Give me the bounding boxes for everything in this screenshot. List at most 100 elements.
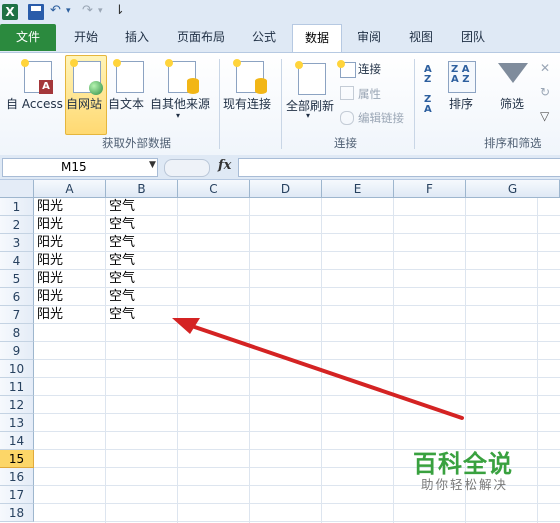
row-header-4[interactable]: 4 xyxy=(0,252,34,270)
from-web-icon[interactable] xyxy=(70,59,103,95)
clear-filter-icon[interactable]: ✕ xyxy=(540,61,554,75)
column-header-d[interactable]: D xyxy=(250,180,322,198)
redo-dropdown-icon[interactable]: ▾ xyxy=(98,6,103,16)
redo-icon[interactable]: ↷ xyxy=(82,3,93,18)
tab-team[interactable]: 团队 xyxy=(450,24,496,51)
cell-a7[interactable]: 阳光 xyxy=(34,306,106,324)
row-header-12[interactable]: 12 xyxy=(0,396,34,414)
save-icon[interactable] xyxy=(28,4,44,20)
properties-button[interactable]: 属性 xyxy=(358,86,381,102)
column-gridline xyxy=(393,198,394,523)
cell-b1[interactable]: 空气 xyxy=(106,198,178,216)
cell-a2[interactable]: 阳光 xyxy=(34,216,106,234)
sort-az-icon[interactable]: AZ xyxy=(424,65,432,85)
cell-a1[interactable]: 阳光 xyxy=(34,198,106,216)
from-text-icon[interactable] xyxy=(113,59,144,93)
tab-view[interactable]: 视图 xyxy=(398,24,444,51)
formula-bar: M15 ▼ fx xyxy=(0,155,560,180)
row-gridline xyxy=(34,521,560,522)
filter-icon[interactable] xyxy=(498,63,528,83)
name-box[interactable]: M15 ▼ xyxy=(2,158,158,177)
reapply-filter-icon[interactable]: ↻ xyxy=(540,85,554,99)
row-header-10[interactable]: 10 xyxy=(0,360,34,378)
database-icon xyxy=(187,78,199,94)
formula-input[interactable] xyxy=(238,158,560,177)
row-header-18[interactable]: 18 xyxy=(0,504,34,522)
watermark-slogan: 助你轻松解决 xyxy=(421,477,509,492)
undo-icon[interactable]: ↶ xyxy=(50,3,61,18)
tab-insert[interactable]: 插入 xyxy=(114,24,160,51)
edit-links-button[interactable]: 编辑链接 xyxy=(358,110,404,126)
column-header-f[interactable]: F xyxy=(394,180,466,198)
row-header-15[interactable]: 15 xyxy=(0,450,34,468)
from-access-icon[interactable]: A xyxy=(21,59,53,94)
row-header-1[interactable]: 1 xyxy=(0,198,34,216)
tab-data[interactable]: 数据 xyxy=(292,24,342,53)
cell-a5[interactable]: 阳光 xyxy=(34,270,106,288)
cell-b2[interactable]: 空气 xyxy=(106,216,178,234)
sort-filter-group-label: 排序和筛选 xyxy=(484,136,542,150)
tab-file[interactable]: 文件 xyxy=(0,24,56,51)
connections-icon[interactable] xyxy=(337,60,356,78)
cell-b4[interactable]: 空气 xyxy=(106,252,178,270)
filter-button[interactable]: 筛选 xyxy=(500,95,524,112)
row-header-8[interactable]: 8 xyxy=(0,324,34,342)
connections-group-label: 连接 xyxy=(334,136,357,150)
row-header-9[interactable]: 9 xyxy=(0,342,34,360)
cell-b5[interactable]: 空气 xyxy=(106,270,178,288)
tab-formulas[interactable]: 公式 xyxy=(240,24,288,51)
column-header-e[interactable]: E xyxy=(322,180,394,198)
sort-za-icon[interactable]: ZA xyxy=(424,95,432,115)
row-header-7[interactable]: 7 xyxy=(0,306,34,324)
row-header-2[interactable]: 2 xyxy=(0,216,34,234)
tab-page-layout[interactable]: 页面布局 xyxy=(168,24,234,51)
existing-connections-button[interactable]: 现有连接 xyxy=(223,95,271,112)
from-other-sources-button[interactable]: 自其他来源 xyxy=(150,95,210,112)
separator xyxy=(219,59,220,149)
row-gridline xyxy=(34,503,560,504)
column-gridline xyxy=(321,198,322,523)
row-header-13[interactable]: 13 xyxy=(0,414,34,432)
separator xyxy=(281,59,282,149)
tab-home[interactable]: 开始 xyxy=(62,24,110,51)
cell-b6[interactable]: 空气 xyxy=(106,288,178,306)
row-header-6[interactable]: 6 xyxy=(0,288,34,306)
refresh-all-dropdown-icon[interactable]: ▾ xyxy=(306,111,310,120)
cell-b7[interactable]: 空气 xyxy=(106,306,178,324)
column-header-b[interactable]: B xyxy=(106,180,178,198)
row-header-16[interactable]: 16 xyxy=(0,468,34,486)
row-header-5[interactable]: 5 xyxy=(0,270,34,288)
from-web-button[interactable]: 自网站 xyxy=(66,95,102,112)
undo-dropdown-icon[interactable]: ▾ xyxy=(66,6,71,16)
edit-links-icon[interactable] xyxy=(340,111,354,125)
name-box-dropdown-icon[interactable]: ▼ xyxy=(149,160,156,170)
row-header-3[interactable]: 3 xyxy=(0,234,34,252)
globe-icon xyxy=(89,81,103,95)
formula-bar-resize-handle[interactable] xyxy=(164,159,210,177)
cell-a6[interactable]: 阳光 xyxy=(34,288,106,306)
from-text-button[interactable]: 自文本 xyxy=(108,95,144,112)
existing-connections-icon[interactable] xyxy=(233,59,267,94)
cell-a4[interactable]: 阳光 xyxy=(34,252,106,270)
tab-review[interactable]: 审阅 xyxy=(346,24,392,51)
column-header-c[interactable]: C xyxy=(178,180,250,198)
connections-button[interactable]: 连接 xyxy=(358,61,381,77)
from-other-sources-dropdown-icon[interactable]: ▾ xyxy=(176,111,180,120)
from-other-sources-icon[interactable] xyxy=(165,59,199,94)
insert-function-button[interactable]: fx xyxy=(218,158,231,173)
row-header-17[interactable]: 17 xyxy=(0,486,34,504)
cell-b3[interactable]: 空气 xyxy=(106,234,178,252)
row-header-11[interactable]: 11 xyxy=(0,378,34,396)
from-access-button[interactable]: 自 Access xyxy=(6,95,63,112)
select-all-corner[interactable] xyxy=(0,180,34,198)
sort-button[interactable]: 排序 xyxy=(449,95,473,112)
row-header-14[interactable]: 14 xyxy=(0,432,34,450)
customize-toolbar-icon[interactable]: ⇂ xyxy=(114,3,125,18)
column-header-a[interactable]: A xyxy=(34,180,106,198)
sort-icon[interactable]: Z AA Z xyxy=(448,61,476,93)
column-header-g[interactable]: G xyxy=(466,180,560,198)
cell-a3[interactable]: 阳光 xyxy=(34,234,106,252)
advanced-filter-icon[interactable]: ▽ xyxy=(540,109,554,123)
properties-icon[interactable] xyxy=(340,86,354,100)
refresh-all-icon[interactable] xyxy=(295,61,326,95)
